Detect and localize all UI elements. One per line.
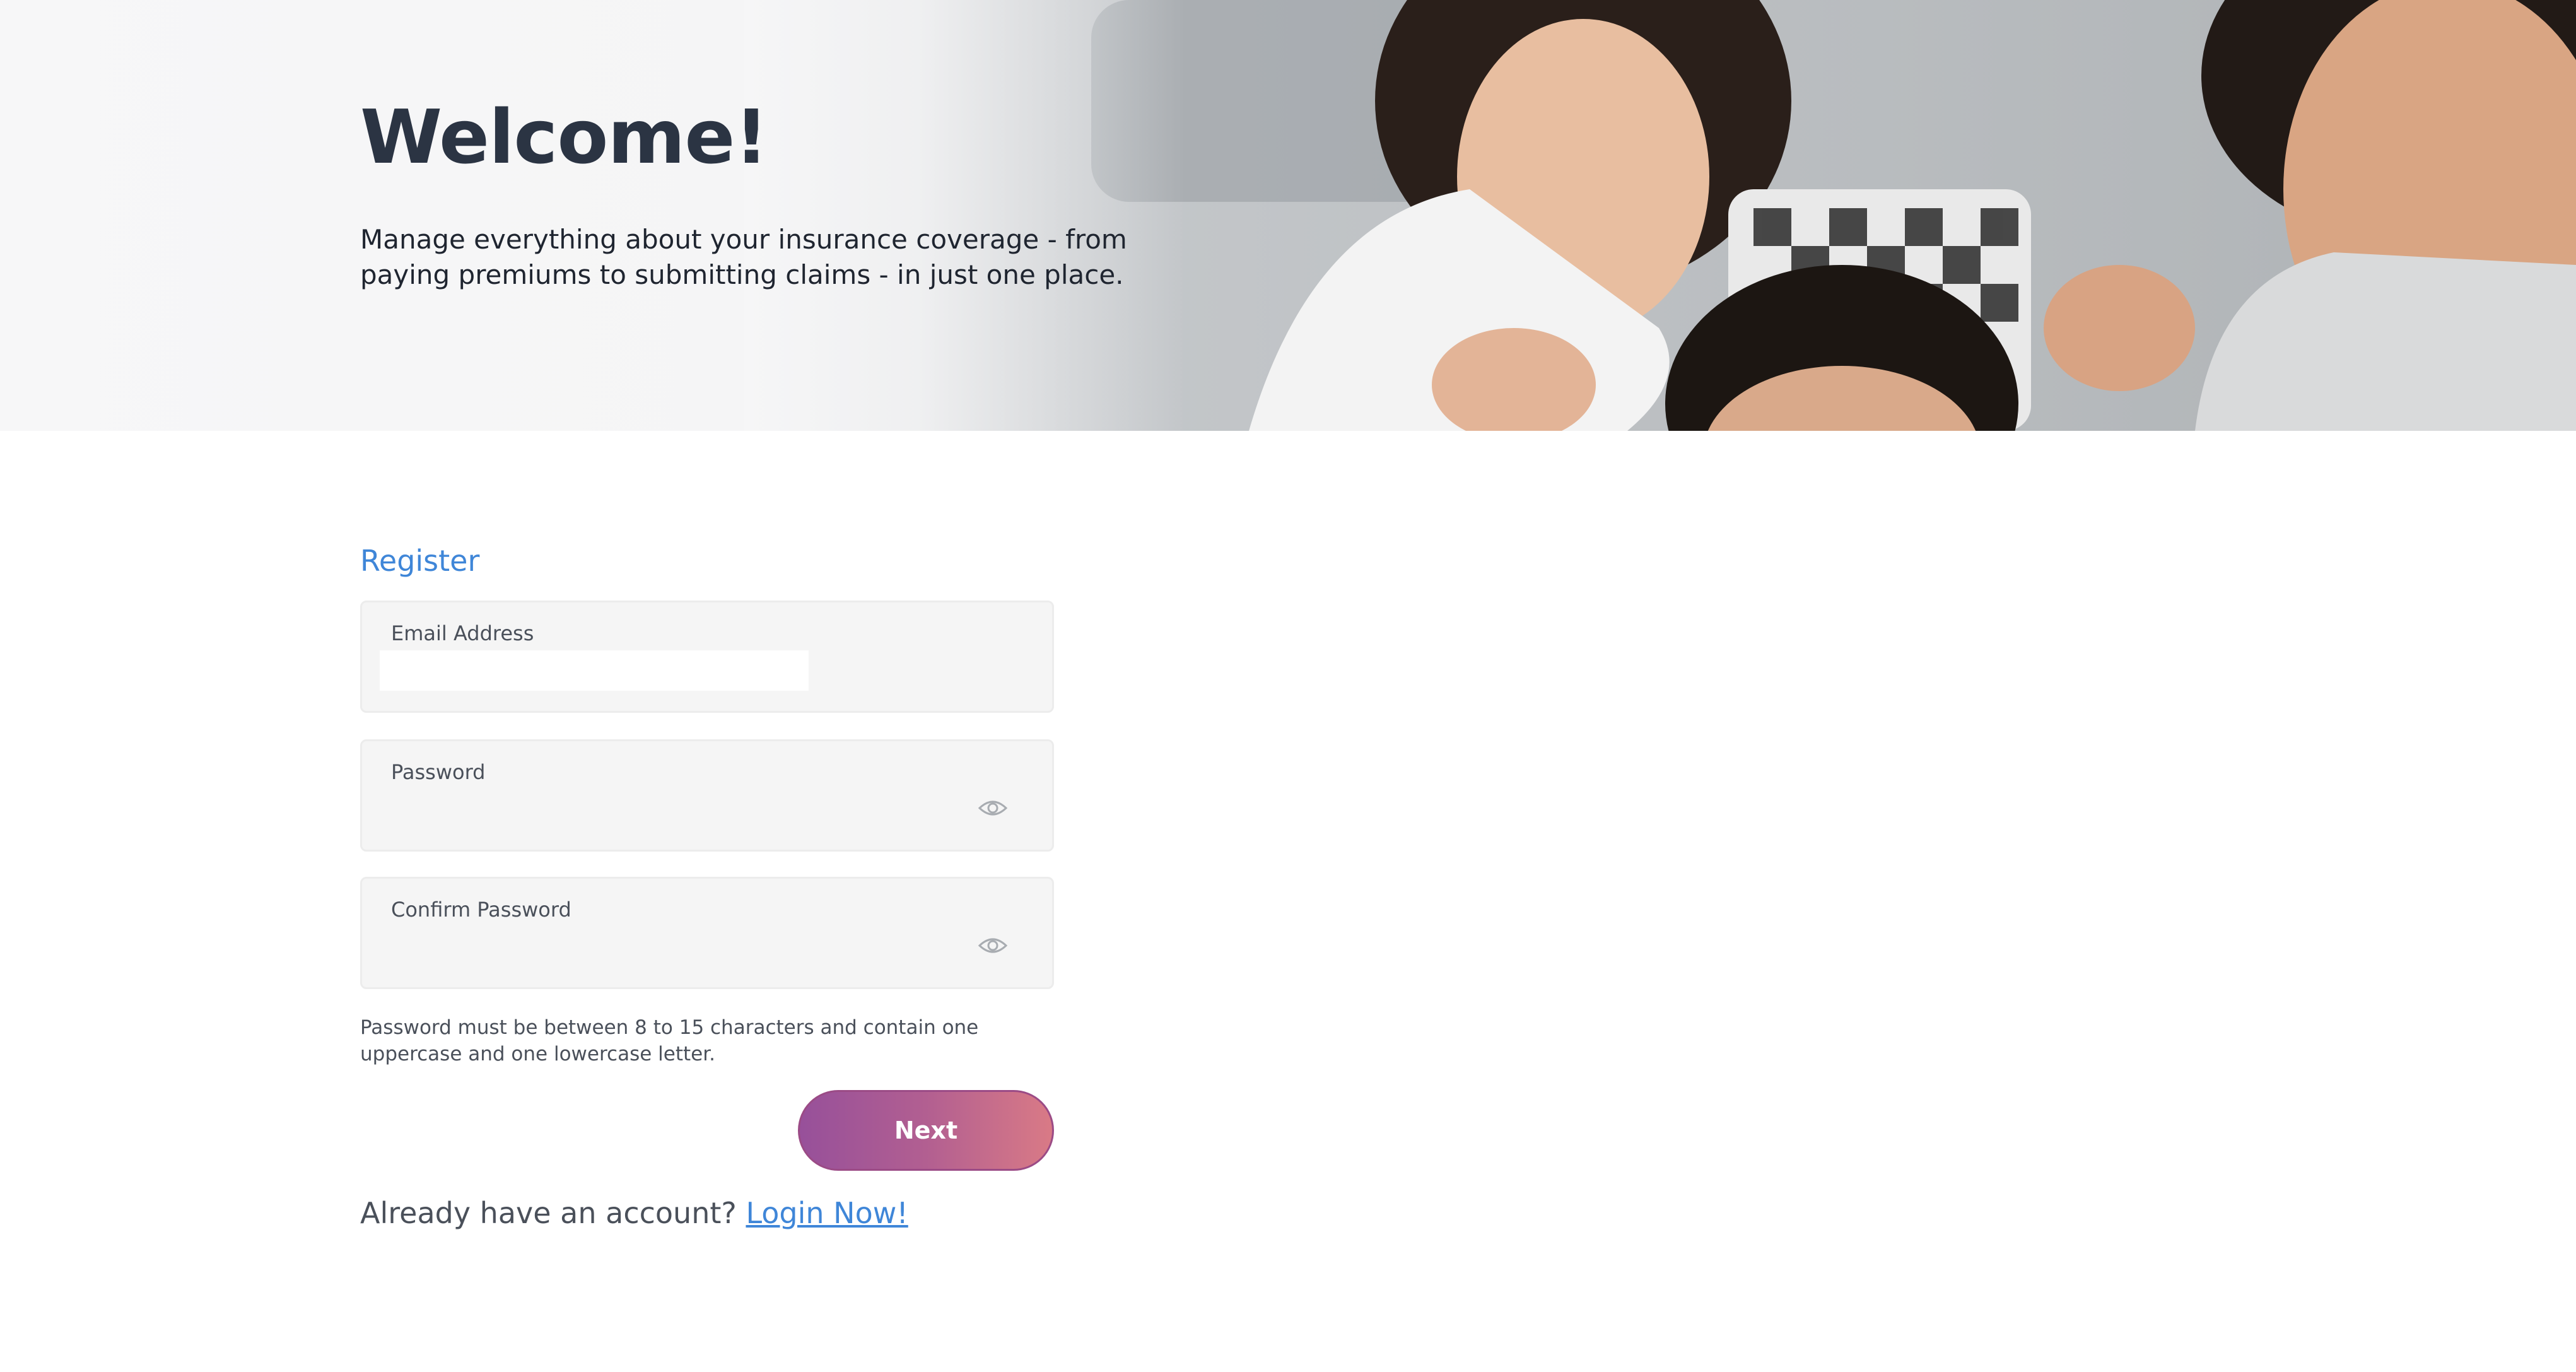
confirm-password-label: Confirm Password — [391, 898, 571, 922]
hero-fade-overlay — [744, 0, 1186, 431]
password-input[interactable] — [380, 789, 947, 830]
next-button[interactable]: Next — [798, 1090, 1054, 1171]
eye-icon[interactable] — [978, 934, 1008, 957]
login-prompt-row: Already have an account? Login Now! — [360, 1196, 908, 1230]
confirm-password-input[interactable] — [380, 927, 947, 967]
password-hint: Password must be between 8 to 15 charact… — [360, 1016, 979, 1065]
hero-banner: Welcome! Manage everything about your in… — [0, 0, 2576, 431]
tab-register[interactable]: Register — [360, 544, 479, 578]
password-field: Password — [360, 739, 1054, 852]
confirm-password-field: Confirm Password — [360, 877, 1054, 989]
hero-subtitle: Manage everything about your insurance c… — [360, 224, 1127, 290]
email-label: Email Address — [391, 621, 534, 645]
login-now-link[interactable]: Login Now! — [746, 1196, 908, 1230]
email-input[interactable] — [380, 650, 809, 691]
login-prompt: Already have an account? — [360, 1196, 746, 1230]
email-field: Email Address — [360, 601, 1054, 713]
eye-icon[interactable] — [978, 797, 1008, 819]
page-title: Welcome! — [360, 93, 768, 180]
password-label: Password — [391, 760, 486, 784]
